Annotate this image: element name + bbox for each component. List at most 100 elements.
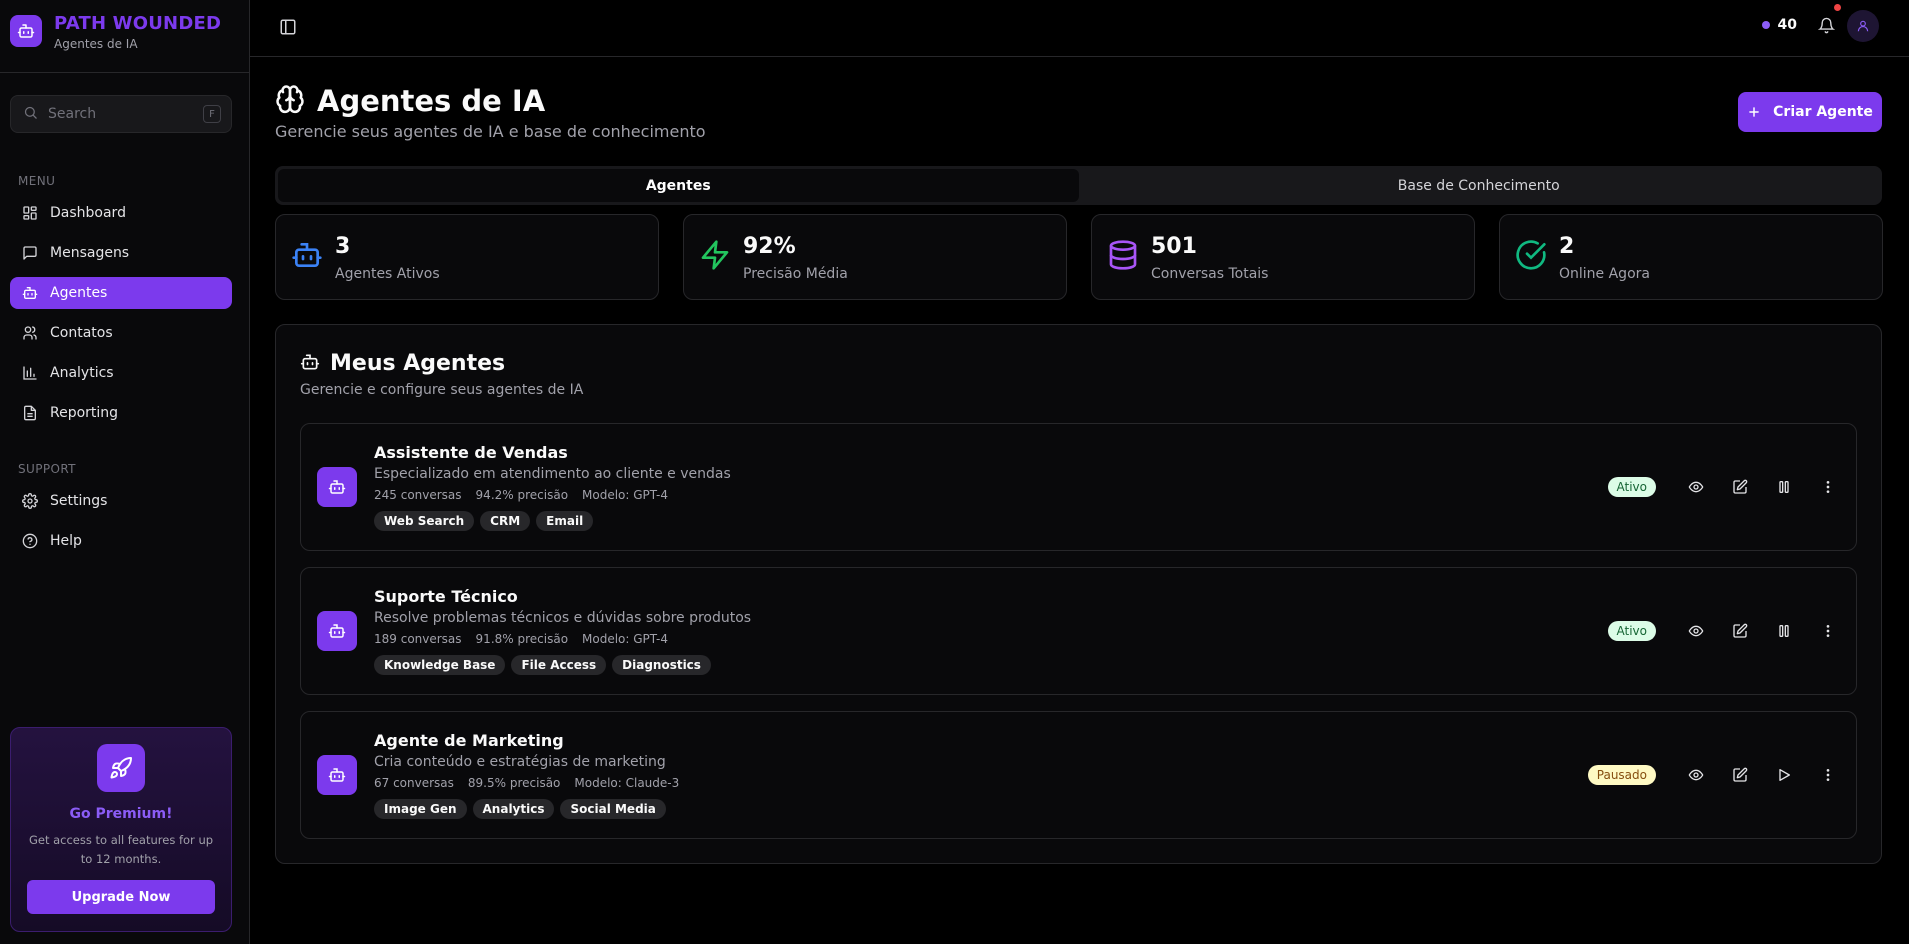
pause-icon[interactable] — [1768, 475, 1800, 499]
tabs: Agentes Base de Conhecimento — [275, 166, 1882, 205]
brand-title: PATH WOUNDED — [54, 13, 222, 34]
agent-conversations: 189 conversas — [374, 632, 462, 646]
credits-dot-icon — [1761, 21, 1770, 29]
sidebar-item-mensagens[interactable]: Mensagens — [10, 237, 232, 269]
plus-icon — [1749, 107, 1759, 117]
sidebar-item-analytics[interactable]: Analytics — [10, 357, 232, 389]
brand-subtitle: Agentes de IA — [54, 37, 138, 51]
agent-conversations: 67 conversas — [374, 776, 454, 790]
sidebar-item-help[interactable]: Help — [10, 525, 232, 557]
file-icon — [24, 405, 36, 421]
eye-icon[interactable] — [1680, 475, 1712, 499]
brand[interactable]: PATH WOUNDED Agentes de IA — [10, 13, 221, 51]
topbar: 40 — [250, 0, 1909, 57]
tab-agentes[interactable]: Agentes — [278, 169, 1079, 202]
sidebar-toggle-icon[interactable] — [279, 18, 297, 40]
bot-icon — [22, 287, 38, 299]
premium-title: Go Premium! — [69, 806, 173, 822]
eye-icon[interactable] — [1680, 763, 1712, 787]
agent-tag: Social Media — [560, 799, 666, 819]
sidebar-item-settings[interactable]: Settings — [10, 485, 232, 517]
sidebar-item-dashboard[interactable]: Dashboard — [10, 197, 232, 229]
agent-card[interactable]: Suporte Técnico Resolve problemas técnic… — [300, 567, 1857, 695]
bot-icon — [292, 243, 322, 267]
status-badge: Pausado — [1587, 765, 1656, 785]
sidebar-item-contatos[interactable]: Contatos — [10, 317, 232, 349]
bell-icon[interactable] — [1817, 17, 1836, 38]
search-shortcut: F — [203, 105, 221, 123]
agent-card[interactable]: Agente de Marketing Cria conteúdo e estr… — [300, 711, 1857, 839]
agent-model: Modelo: GPT-4 — [582, 488, 668, 502]
agent-card[interactable]: Assistente de Vendas Especializado em at… — [300, 423, 1857, 551]
play-icon[interactable] — [1768, 763, 1800, 787]
stat-label: Conversas Totais — [1151, 266, 1269, 282]
gear-icon — [22, 493, 38, 509]
agent-precision: 94.2% precisão — [475, 488, 569, 502]
sidebar-item-agentes[interactable]: Agentes — [10, 277, 232, 309]
rocket-icon — [97, 744, 145, 792]
stat-label: Agentes Ativos — [335, 266, 440, 282]
status-badge: Ativo — [1607, 621, 1656, 641]
stat-card-online: 2 Online Agora — [1499, 214, 1883, 300]
menu-section-label: MENU — [18, 174, 56, 188]
upgrade-now-button[interactable]: Upgrade Now — [27, 880, 215, 914]
stat-card-active-agents: 3 Agentes Ativos — [275, 214, 659, 300]
agent-model: Modelo: GPT-4 — [582, 632, 668, 646]
pause-icon[interactable] — [1768, 619, 1800, 643]
edit-icon[interactable] — [1724, 763, 1756, 787]
notification-badge — [1834, 4, 1841, 11]
stat-value: 501 — [1151, 234, 1197, 259]
search-input[interactable] — [48, 106, 188, 122]
search-box[interactable]: F — [10, 95, 232, 133]
sidebar-item-label: Mensagens — [50, 245, 130, 261]
more-vertical-icon[interactable] — [1812, 475, 1844, 499]
stat-value: 3 — [335, 234, 351, 259]
help-icon — [22, 533, 38, 549]
users-icon — [23, 326, 37, 340]
agent-tag: CRM — [480, 511, 531, 531]
create-agent-label: Criar Agente — [1773, 104, 1873, 120]
agent-model: Modelo: Claude-3 — [574, 776, 680, 790]
tab-base-de-conhecimento[interactable]: Base de Conhecimento — [1079, 169, 1880, 202]
agent-tag: Web Search — [374, 511, 475, 531]
dashboard-icon — [23, 206, 37, 220]
agent-tag: Email — [536, 511, 594, 531]
agent-precision: 89.5% precisão — [467, 776, 561, 790]
sidebar-item-label: Settings — [50, 493, 108, 509]
stat-value: 2 — [1559, 234, 1575, 259]
create-agent-button[interactable]: Criar Agente — [1738, 92, 1882, 132]
sidebar: PATH WOUNDED Agentes de IA F MENU Dashbo… — [0, 0, 250, 944]
agent-tag: Knowledge Base — [374, 655, 506, 675]
sidebar-item-label: Contatos — [50, 325, 113, 341]
agent-bot-icon — [317, 467, 357, 507]
agent-tag: Image Gen — [374, 799, 467, 819]
credits-value: 40 — [1777, 17, 1797, 33]
status-badge: Ativo — [1607, 477, 1656, 497]
edit-icon[interactable] — [1724, 475, 1756, 499]
agent-conversations: 245 conversas — [374, 488, 462, 502]
more-vertical-icon[interactable] — [1812, 619, 1844, 643]
agent-bot-icon — [317, 755, 357, 795]
premium-description: Get access to all features for up to 12 … — [28, 833, 214, 866]
agent-name: Suporte Técnico — [374, 587, 518, 606]
brain-icon — [275, 84, 305, 118]
avatar[interactable] — [1847, 10, 1879, 42]
sidebar-item-reporting[interactable]: Reporting — [10, 397, 232, 429]
panel-subtitle: Gerencie e configure seus agentes de IA — [300, 382, 584, 398]
agent-tag: Diagnostics — [612, 655, 711, 675]
page-subtitle: Gerencie seus agentes de IA e base de co… — [275, 122, 706, 141]
premium-card: Go Premium! Get access to all features f… — [10, 727, 232, 932]
check-circle-icon — [1516, 240, 1546, 270]
eye-icon[interactable] — [1680, 619, 1712, 643]
edit-icon[interactable] — [1724, 619, 1756, 643]
user-icon — [1857, 20, 1869, 32]
agent-description: Resolve problemas técnicos e dúvidas sob… — [374, 610, 752, 626]
sidebar-divider — [0, 72, 250, 73]
stat-label: Online Agora — [1559, 266, 1650, 282]
credits-counter[interactable]: 40 — [1761, 17, 1797, 33]
agent-description: Cria conteúdo e estratégias de marketing — [374, 754, 666, 770]
zap-icon — [701, 240, 729, 270]
agent-name: Assistente de Vendas — [374, 443, 568, 462]
bot-icon — [300, 352, 320, 376]
more-vertical-icon[interactable] — [1812, 763, 1844, 787]
